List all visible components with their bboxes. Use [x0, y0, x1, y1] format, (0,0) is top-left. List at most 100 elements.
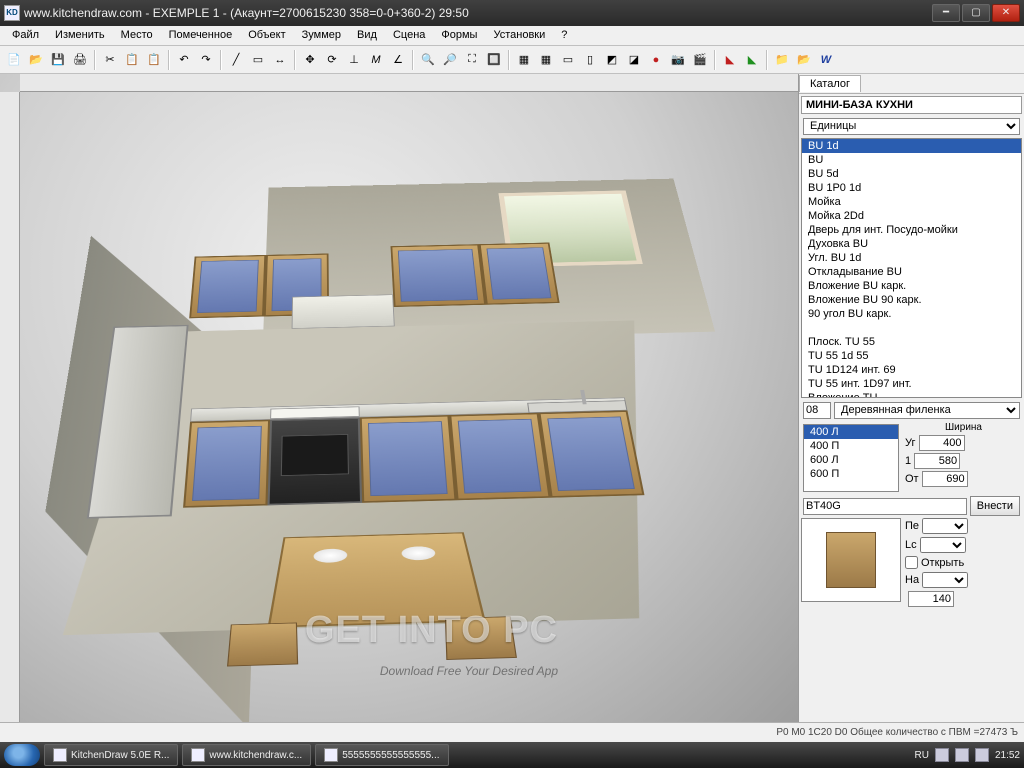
- tray-icon[interactable]: [935, 748, 949, 762]
- size-item[interactable]: 400 П: [804, 439, 898, 453]
- catalog-list[interactable]: BU 1dBUBU 5dBU 1P0 1dМойкаМойка 2DdДверь…: [801, 138, 1022, 398]
- zoom-out-icon[interactable]: 🔎: [440, 50, 460, 70]
- size-item[interactable]: 600 П: [804, 467, 898, 481]
- view-top-icon[interactable]: ▦: [514, 50, 534, 70]
- view-cube-icon[interactable]: ◩: [602, 50, 622, 70]
- lang-indicator[interactable]: RU: [915, 750, 929, 761]
- movie-icon[interactable]: 🎬: [690, 50, 710, 70]
- pe-select[interactable]: [922, 518, 968, 534]
- catalog-item[interactable]: Вложение BU карк.: [802, 279, 1021, 293]
- catalog-item[interactable]: Откладывание BU: [802, 265, 1021, 279]
- catalog-item[interactable]: Угл. BU 1d: [802, 251, 1021, 265]
- rotate-icon[interactable]: ⟳: [322, 50, 342, 70]
- arrow-icon[interactable]: ↔: [270, 50, 290, 70]
- save-icon[interactable]: 💾: [48, 50, 68, 70]
- minimize-button[interactable]: ━: [932, 4, 960, 22]
- view-sphere-icon[interactable]: ●: [646, 50, 666, 70]
- catalog-item[interactable]: Дверь для инт. Посудо-мойки: [802, 223, 1021, 237]
- catalog-item[interactable]: [802, 321, 1021, 335]
- size-item[interactable]: 400 Л: [804, 425, 898, 439]
- menu-item[interactable]: Файл: [4, 26, 47, 45]
- undo-icon[interactable]: ↶: [174, 50, 194, 70]
- zoom-in-icon[interactable]: 🔍: [418, 50, 438, 70]
- print-icon[interactable]: 🖨: [70, 50, 90, 70]
- taskbar-button[interactable]: 5555555555555555...: [315, 744, 448, 766]
- style-select[interactable]: Деревянная филенка: [834, 402, 1020, 419]
- redo-icon[interactable]: ↷: [196, 50, 216, 70]
- measure-icon[interactable]: M: [366, 50, 386, 70]
- menu-item[interactable]: Объект: [240, 26, 293, 45]
- open-checkbox[interactable]: [905, 556, 918, 569]
- view-tiles-icon[interactable]: ▦: [536, 50, 556, 70]
- paste-icon[interactable]: 📋: [144, 50, 164, 70]
- menu-item[interactable]: Установки: [485, 26, 553, 45]
- rect-icon[interactable]: ▭: [248, 50, 268, 70]
- na-input[interactable]: [908, 591, 954, 607]
- folder-out-icon[interactable]: 📂: [794, 50, 814, 70]
- units-select[interactable]: Единицы: [803, 118, 1020, 135]
- ruler-horizontal[interactable]: [20, 74, 798, 92]
- menu-item[interactable]: ?: [553, 26, 575, 45]
- catalog-item[interactable]: 90 угол BU карк.: [802, 307, 1021, 321]
- na-select[interactable]: [922, 572, 968, 588]
- maximize-button[interactable]: ▢: [962, 4, 990, 22]
- cut-icon[interactable]: ✂: [100, 50, 120, 70]
- catalog-item[interactable]: Плоск. TU 55: [802, 335, 1021, 349]
- catalog-item[interactable]: Мойка 2Dd: [802, 209, 1021, 223]
- clock[interactable]: 21:52: [995, 750, 1020, 761]
- line-icon[interactable]: ╱: [226, 50, 246, 70]
- dim-input-ug[interactable]: [919, 435, 965, 451]
- menu-item[interactable]: Место: [113, 26, 161, 45]
- tag-green-icon[interactable]: ◣: [742, 50, 762, 70]
- start-button[interactable]: [4, 744, 40, 766]
- view-side-icon[interactable]: ▯: [580, 50, 600, 70]
- catalog-item[interactable]: Вложение BU 90 карк.: [802, 293, 1021, 307]
- dim-input-1[interactable]: [914, 453, 960, 469]
- catalog-item[interactable]: TU 1D124 инт. 69: [802, 363, 1021, 377]
- catalog-item[interactable]: BU 5d: [802, 167, 1021, 181]
- menu-item[interactable]: Вид: [349, 26, 385, 45]
- menu-item[interactable]: Зуммер: [294, 26, 349, 45]
- catalog-item[interactable]: Мойка: [802, 195, 1021, 209]
- view-front-icon[interactable]: ▭: [558, 50, 578, 70]
- new-icon[interactable]: 📄: [4, 50, 24, 70]
- 3d-viewport[interactable]: GET INTO PC Download Free Your Desired A…: [0, 74, 798, 742]
- catalog-item[interactable]: Вложение TU: [802, 391, 1021, 398]
- zoom-fit-icon[interactable]: ⛶: [462, 50, 482, 70]
- perpendicular-icon[interactable]: ⊥: [344, 50, 364, 70]
- insert-button[interactable]: Внести: [970, 496, 1020, 516]
- folder-in-icon[interactable]: 📁: [772, 50, 792, 70]
- ruler-vertical[interactable]: [0, 92, 20, 742]
- style-code-input[interactable]: [803, 402, 831, 419]
- code-input[interactable]: [803, 498, 967, 515]
- catalog-item[interactable]: TU 55 1d 55: [802, 349, 1021, 363]
- menu-item[interactable]: Помеченное: [161, 26, 241, 45]
- dim-input-ot[interactable]: [922, 471, 968, 487]
- menu-item[interactable]: Изменить: [47, 26, 113, 45]
- view-3d-icon[interactable]: ◪: [624, 50, 644, 70]
- tag-red-icon[interactable]: ◣: [720, 50, 740, 70]
- tray-icon[interactable]: [955, 748, 969, 762]
- w-icon[interactable]: W: [816, 50, 836, 70]
- angle-icon[interactable]: ∠: [388, 50, 408, 70]
- tab-catalog[interactable]: Каталог: [799, 75, 861, 92]
- catalog-item[interactable]: Духовка BU: [802, 237, 1021, 251]
- copy-icon[interactable]: 📋: [122, 50, 142, 70]
- menu-item[interactable]: Сцена: [385, 26, 433, 45]
- catalog-title[interactable]: МИНИ-БАЗА КУХНИ: [801, 96, 1022, 114]
- zoom-window-icon[interactable]: 🔲: [484, 50, 504, 70]
- volume-icon[interactable]: [975, 748, 989, 762]
- close-button[interactable]: ✕: [992, 4, 1020, 22]
- catalog-item[interactable]: TU 55 инт. 1D97 инт.: [802, 377, 1021, 391]
- taskbar-button[interactable]: KitchenDraw 5.0E R...: [44, 744, 178, 766]
- catalog-item[interactable]: BU 1P0 1d: [802, 181, 1021, 195]
- menu-item[interactable]: Формы: [433, 26, 485, 45]
- size-list[interactable]: 400 Л400 П600 Л600 П: [803, 424, 899, 492]
- catalog-item[interactable]: BU 1d: [802, 139, 1021, 153]
- system-tray[interactable]: RU 21:52: [915, 748, 1020, 762]
- open-icon[interactable]: 📂: [26, 50, 46, 70]
- move-icon[interactable]: ✥: [300, 50, 320, 70]
- taskbar-button[interactable]: www.kitchendraw.c...: [182, 744, 311, 766]
- camera-icon[interactable]: 📷: [668, 50, 688, 70]
- catalog-item[interactable]: BU: [802, 153, 1021, 167]
